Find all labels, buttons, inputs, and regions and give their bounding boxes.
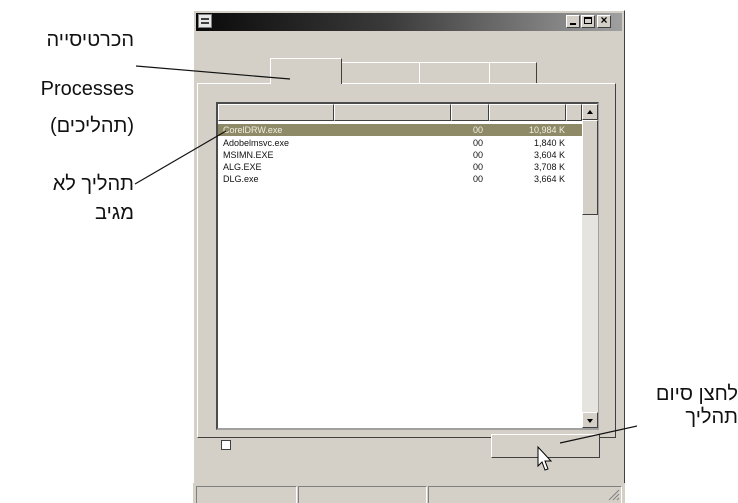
- column-header-image-name[interactable]: [218, 104, 334, 121]
- end-process-button[interactable]: [491, 434, 600, 458]
- callout-processes-tab-line-2: Processes: [40, 78, 134, 100]
- tab-processes[interactable]: [270, 58, 342, 84]
- column-header-spacer: [566, 104, 582, 121]
- status-pane-processes: [196, 486, 297, 503]
- table-row[interactable]: Adobelmsvc.exe 00 1,840 K: [218, 137, 582, 149]
- process-cpu: 00: [472, 162, 483, 172]
- process-name: DLG.exe: [223, 174, 259, 184]
- status-pane-cpu: [298, 486, 427, 503]
- close-button[interactable]: ×: [597, 13, 611, 28]
- process-memory: 10,984 K: [528, 125, 565, 135]
- process-memory: 3,708 K: [533, 162, 565, 172]
- window-maximize-icon: [584, 17, 592, 24]
- callout-hung-process-line-1: תהליך לא: [52, 173, 134, 195]
- resize-grip-icon[interactable]: [606, 487, 620, 501]
- callout-end-process-line-2: תהליך: [685, 406, 738, 428]
- column-header-mem-usage[interactable]: [489, 104, 566, 121]
- title-bar[interactable]: [196, 13, 622, 31]
- tab-networking[interactable]: [419, 62, 490, 83]
- arrow-down-icon: [587, 419, 593, 423]
- scrollbar-thumb[interactable]: [582, 120, 598, 215]
- process-cpu: 00: [472, 150, 483, 160]
- tab-users[interactable]: [489, 62, 537, 83]
- process-name: Adobelmsvc.exe: [223, 138, 290, 148]
- scroll-up-button[interactable]: [582, 104, 598, 120]
- process-name: MSIMN.EXE: [223, 150, 274, 160]
- process-name: CorelDRW.exe: [223, 125, 283, 135]
- table-row[interactable]: DLG.exe 00 3,664 K: [218, 173, 582, 185]
- scroll-down-button[interactable]: [582, 412, 598, 428]
- tab-performance[interactable]: [341, 62, 420, 83]
- maximize-button[interactable]: [581, 15, 595, 28]
- process-cpu: 00: [472, 174, 483, 184]
- close-icon: ×: [600, 13, 608, 27]
- callout-processes-tab-line-3: (תהליכים): [49, 115, 134, 137]
- callout-processes-tab-line-1: הכרטיסייה: [46, 29, 135, 51]
- process-memory: 3,604 K: [533, 150, 565, 160]
- process-cpu: 00: [472, 125, 483, 135]
- column-header-cpu[interactable]: [451, 104, 489, 121]
- window-minimize-icon: [570, 23, 576, 25]
- callout-end-process-line-1: לחצן סיום: [655, 383, 738, 405]
- column-header-user-name[interactable]: [334, 104, 451, 121]
- callout-hung-process-line-2: מגיב: [95, 202, 134, 224]
- task-manager-icon[interactable]: [198, 14, 212, 28]
- minimize-button[interactable]: [566, 15, 580, 28]
- arrow-up-icon: [587, 110, 593, 114]
- process-memory: 3,664 K: [533, 174, 565, 184]
- table-row-selected[interactable]: CorelDRW.exe 00 10,984 K: [218, 124, 582, 136]
- status-pane-commit: [428, 486, 622, 503]
- table-row[interactable]: MSIMN.EXE 00 3,604 K: [218, 149, 582, 161]
- table-row[interactable]: ALG.EXE 00 3,708 K: [218, 161, 582, 173]
- process-cpu: 00: [472, 138, 483, 148]
- process-memory: 1,840 K: [533, 138, 565, 148]
- process-name: ALG.EXE: [223, 162, 262, 172]
- show-all-users-checkbox[interactable]: [221, 440, 231, 450]
